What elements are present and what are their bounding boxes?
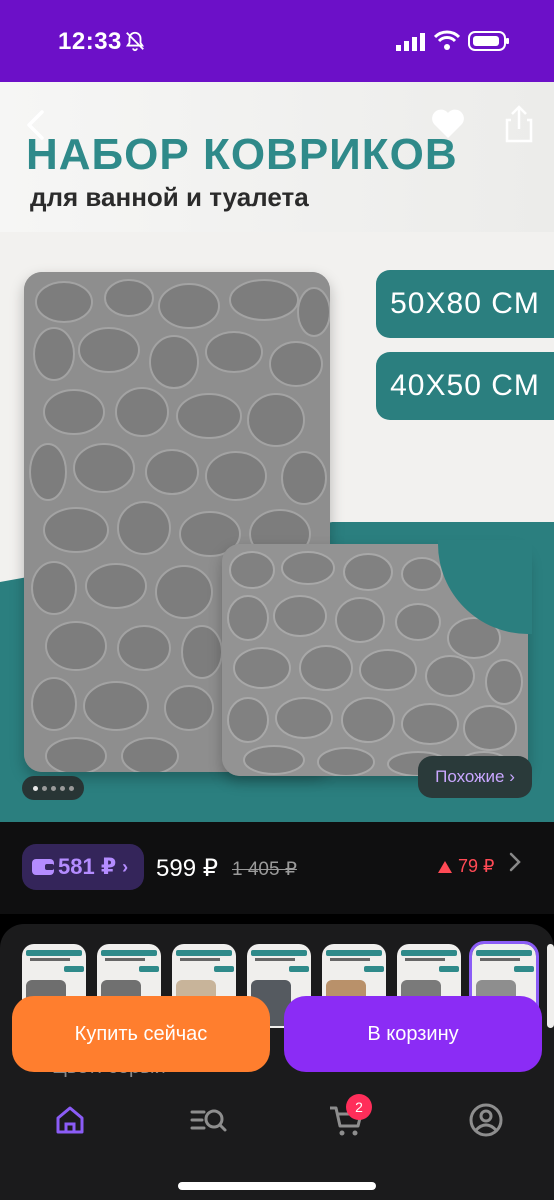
- share-icon[interactable]: [502, 104, 536, 144]
- page-dot: [32, 785, 38, 791]
- cart-count-badge: 2: [346, 1094, 372, 1120]
- similar-products-button[interactable]: Похожие ›: [418, 756, 532, 798]
- home-icon[interactable]: [50, 1100, 90, 1140]
- gallery-page-indicator: [22, 776, 84, 800]
- status-time: 12:33: [58, 28, 122, 55]
- wallet-price: 581 ₽: [58, 854, 117, 879]
- page-dot: [59, 785, 65, 791]
- buy-now-button[interactable]: Купить сейчас: [12, 996, 270, 1072]
- price-bar: 581 ₽ › 599 ₽ 1 405 ₽ 79 ₽: [0, 822, 554, 914]
- banner-subtitle: для ванной и туалета: [30, 182, 309, 212]
- size-badge-large: 50X80 CM: [376, 270, 554, 338]
- size-badge-small: 40X50 CM: [376, 352, 554, 420]
- banner-title: НАБОР КОВРИКОВ: [26, 130, 458, 179]
- catalog-search-icon[interactable]: [188, 1100, 228, 1140]
- chevron-right-icon[interactable]: [508, 850, 522, 874]
- battery-icon: [468, 31, 509, 51]
- wallet-price-button[interactable]: 581 ₽ ›: [22, 844, 144, 890]
- cellular-signal-icon: [396, 33, 425, 51]
- chevron-right-icon: ›: [122, 856, 129, 877]
- current-price: 599 ₽: [156, 855, 218, 882]
- product-image-gallery[interactable]: НАБОР КОВРИКОВ для ванной и туалета 50X8…: [0, 82, 554, 822]
- price-drop[interactable]: 79 ₽: [438, 856, 494, 877]
- product-banner: НАБОР КОВРИКОВ для ванной и туалета: [0, 82, 554, 232]
- page-dot: [50, 785, 56, 791]
- price-drop-value: 79 ₽: [458, 856, 495, 876]
- status-bar: 12:33: [0, 0, 554, 82]
- variant-thumbnail[interactable]: [547, 944, 554, 1028]
- page-dot: [41, 785, 47, 791]
- old-price: 1 405 ₽: [232, 859, 297, 880]
- add-to-cart-button[interactable]: В корзину: [284, 996, 542, 1072]
- bell-muted-icon: [125, 31, 145, 52]
- triangle-up-icon: [438, 860, 452, 873]
- profile-icon[interactable]: [466, 1100, 506, 1140]
- back-arrow-icon[interactable]: [20, 108, 54, 142]
- favorite-heart-icon[interactable]: [430, 108, 466, 140]
- home-indicator: [178, 1182, 376, 1190]
- page-dot: [68, 785, 74, 791]
- wallet-icon: [32, 859, 54, 875]
- wifi-icon: [434, 30, 460, 50]
